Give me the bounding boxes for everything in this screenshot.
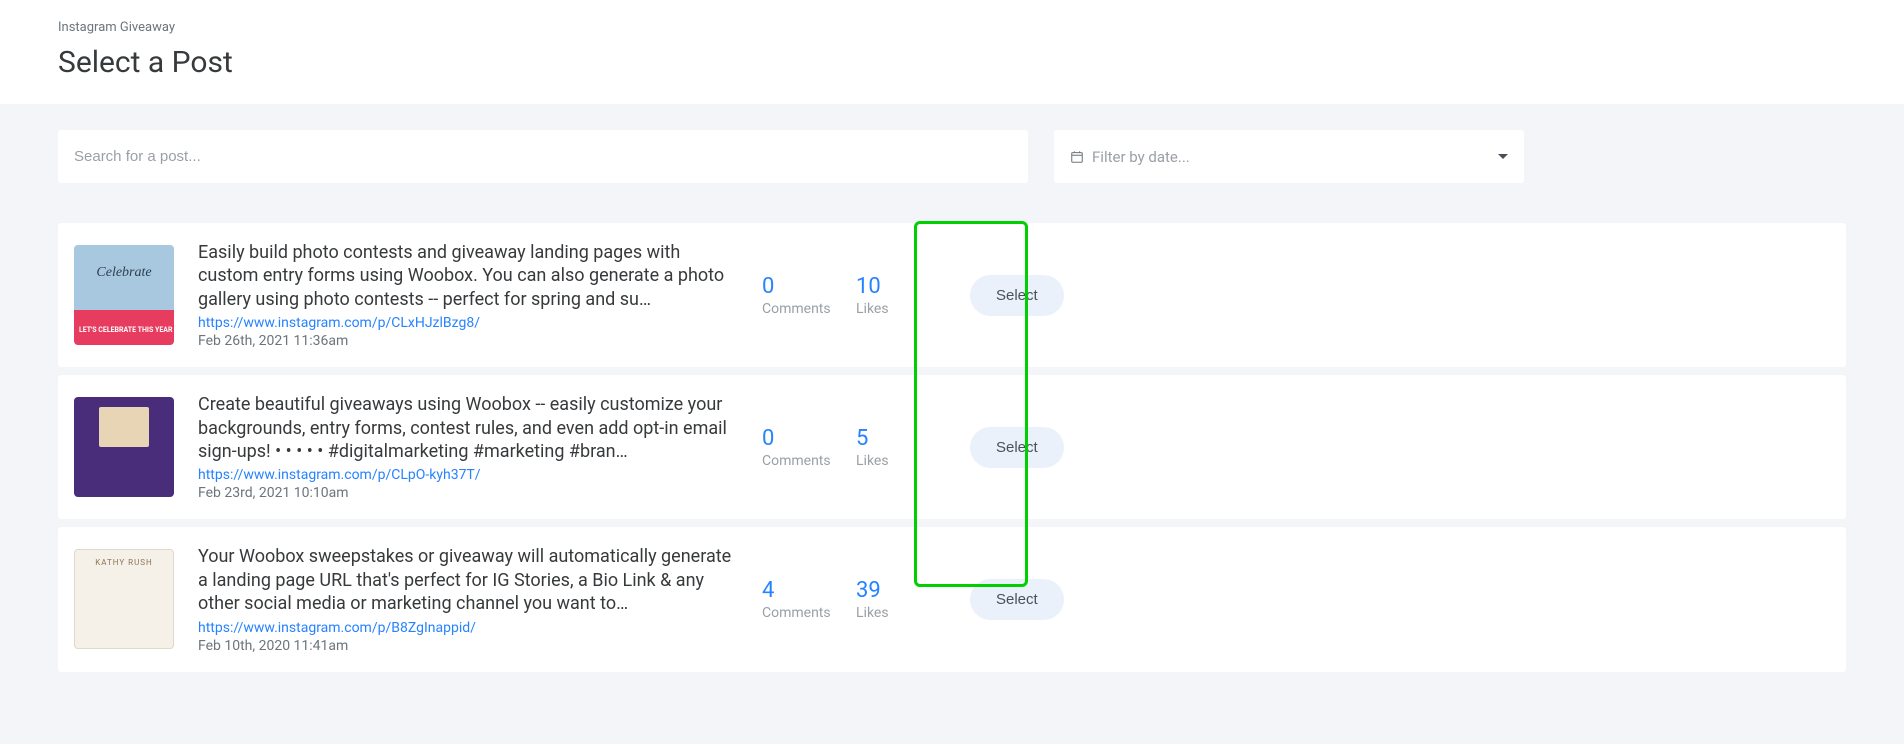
post-url[interactable]: https://www.instagram.com/p/B8ZgInappid/ xyxy=(198,620,738,636)
post-date: Feb 26th, 2021 11:36am xyxy=(198,333,738,349)
breadcrumb: Instagram Giveaway xyxy=(58,20,1846,35)
post-date: Feb 23rd, 2021 10:10am xyxy=(198,485,738,501)
likes-label: Likes xyxy=(856,301,926,317)
comments-stat: 4 Comments xyxy=(762,578,832,621)
post-row: Your Woobox sweepstakes or giveaway will… xyxy=(58,527,1846,671)
comments-label: Comments xyxy=(762,453,832,469)
post-info: Create beautiful giveaways using Woobox … xyxy=(198,393,738,501)
page-header: Instagram Giveaway Select a Post xyxy=(0,0,1904,104)
calendar-icon xyxy=(1070,150,1084,164)
post-info: Easily build photo contests and giveaway… xyxy=(198,241,738,349)
top-controls: Filter by date... xyxy=(58,130,1846,183)
likes-stat: 10 Likes xyxy=(856,274,926,317)
content-area: Filter by date... Easily build photo con… xyxy=(0,104,1904,744)
likes-count: 10 xyxy=(856,274,926,299)
post-caption: Your Woobox sweepstakes or giveaway will… xyxy=(198,545,738,615)
comments-stat: 0 Comments xyxy=(762,426,832,469)
post-thumbnail[interactable] xyxy=(74,245,174,345)
post-caption: Easily build photo contests and giveaway… xyxy=(198,241,738,311)
comments-stat: 0 Comments xyxy=(762,274,832,317)
post-row: Easily build photo contests and giveaway… xyxy=(58,223,1846,367)
comments-count: 4 xyxy=(762,578,832,603)
filter-label: Filter by date... xyxy=(1092,148,1190,166)
search-input[interactable] xyxy=(58,130,1028,183)
post-caption: Create beautiful giveaways using Woobox … xyxy=(198,393,738,463)
posts-list: Easily build photo contests and giveaway… xyxy=(58,223,1846,680)
select-button[interactable]: Select xyxy=(970,275,1064,316)
post-row: Create beautiful giveaways using Woobox … xyxy=(58,375,1846,519)
select-button[interactable]: Select xyxy=(970,427,1064,468)
likes-count: 5 xyxy=(856,426,926,451)
likes-count: 39 xyxy=(856,578,926,603)
post-thumbnail[interactable] xyxy=(74,549,174,649)
post-url[interactable]: https://www.instagram.com/p/CLpO-kyh37T/ xyxy=(198,467,738,483)
post-thumbnail[interactable] xyxy=(74,397,174,497)
likes-stat: 5 Likes xyxy=(856,426,926,469)
select-button[interactable]: Select xyxy=(970,579,1064,620)
post-url[interactable]: https://www.instagram.com/p/CLxHJzlBzg8/ xyxy=(198,315,738,331)
post-info: Your Woobox sweepstakes or giveaway will… xyxy=(198,545,738,653)
chevron-down-icon xyxy=(1498,154,1508,159)
comments-label: Comments xyxy=(762,301,832,317)
page-title: Select a Post xyxy=(58,45,1846,80)
likes-stat: 39 Likes xyxy=(856,578,926,621)
likes-label: Likes xyxy=(856,605,926,621)
comments-label: Comments xyxy=(762,605,832,621)
filter-by-date[interactable]: Filter by date... xyxy=(1054,130,1524,183)
comments-count: 0 xyxy=(762,426,832,451)
post-date: Feb 10th, 2020 11:41am xyxy=(198,638,738,654)
comments-count: 0 xyxy=(762,274,832,299)
likes-label: Likes xyxy=(856,453,926,469)
